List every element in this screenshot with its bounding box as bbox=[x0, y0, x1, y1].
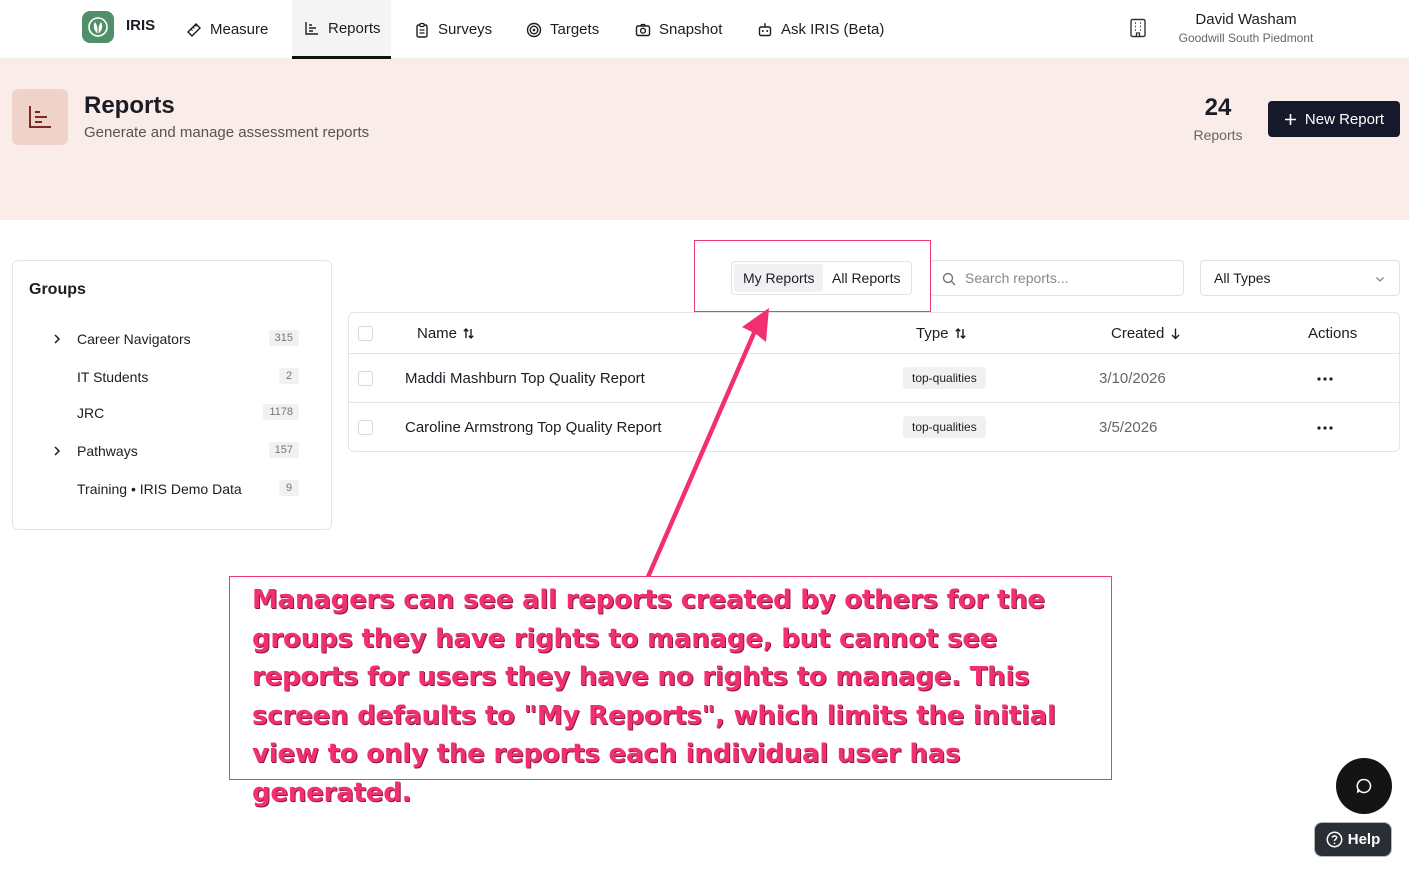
group-label: IT Students bbox=[77, 369, 149, 385]
group-item-career-navigators[interactable]: Career Navigators 315 bbox=[13, 328, 331, 352]
page-subtitle: Generate and manage assessment reports bbox=[84, 124, 370, 141]
user-name[interactable]: David Washam bbox=[1170, 11, 1322, 28]
chat-bubble-icon bbox=[1356, 778, 1372, 794]
reports-table: Name Type Created Actions Maddi Mashburn… bbox=[348, 312, 1400, 452]
row-checkbox[interactable] bbox=[358, 420, 373, 435]
camera-icon bbox=[635, 23, 651, 36]
column-created[interactable]: Created bbox=[1111, 325, 1182, 342]
more-actions-icon[interactable] bbox=[1316, 376, 1334, 382]
plus-icon bbox=[1284, 113, 1296, 125]
group-item-jrc[interactable]: JRC 1178 bbox=[13, 402, 331, 426]
chart-icon bbox=[305, 22, 318, 35]
question-circle-icon bbox=[1326, 831, 1343, 848]
brand-name[interactable]: IRIS bbox=[126, 17, 155, 34]
column-type[interactable]: Type bbox=[916, 325, 967, 342]
group-count: 2 bbox=[279, 368, 299, 384]
group-label: Career Navigators bbox=[77, 331, 191, 347]
nav-ask-iris-label: Ask IRIS (Beta) bbox=[781, 21, 885, 38]
annotation-note: Managers can see all reports created by … bbox=[229, 576, 1112, 808]
page-title: Reports bbox=[84, 92, 175, 119]
report-created: 3/5/2026 bbox=[1099, 419, 1158, 436]
column-created-label: Created bbox=[1111, 325, 1165, 342]
sort-icon bbox=[954, 328, 966, 339]
nav-ask-iris[interactable]: Ask IRIS (Beta) bbox=[757, 0, 884, 59]
nav-reports-label: Reports bbox=[328, 19, 381, 37]
column-type-label: Type bbox=[916, 325, 949, 342]
chat-button[interactable] bbox=[1336, 758, 1392, 814]
group-item-pathways[interactable]: Pathways 157 bbox=[13, 440, 331, 464]
table-row[interactable]: Caroline Armstrong Top Quality Report to… bbox=[349, 403, 1399, 452]
column-name-label: Name bbox=[417, 325, 458, 342]
nav-snapshot[interactable]: Snapshot bbox=[635, 0, 722, 59]
group-label: Pathways bbox=[77, 443, 138, 459]
report-count-label: Reports bbox=[1193, 127, 1243, 143]
chevron-down-icon bbox=[1376, 277, 1384, 282]
group-item-it-students[interactable]: IT Students 2 bbox=[13, 366, 331, 390]
user-org: Goodwill South Piedmont bbox=[1178, 31, 1314, 45]
new-report-label: New Report bbox=[1304, 110, 1385, 128]
building-icon[interactable] bbox=[1129, 18, 1147, 38]
group-label: JRC bbox=[77, 405, 105, 421]
annotation-text: Managers can see all reports created by … bbox=[252, 585, 1056, 808]
iris-logo[interactable] bbox=[82, 11, 114, 43]
select-all-checkbox[interactable] bbox=[358, 326, 373, 341]
sort-icon bbox=[463, 328, 474, 339]
help-label: Help bbox=[1347, 831, 1381, 848]
table-header: Name Type Created Actions bbox=[349, 313, 1399, 354]
search-input[interactable] bbox=[965, 261, 1175, 295]
table-row[interactable]: Maddi Mashburn Top Quality Report top-qu… bbox=[349, 354, 1399, 403]
clipboard-icon bbox=[416, 22, 428, 38]
report-type-tag: top-qualities bbox=[903, 416, 986, 438]
annotation-highlight-box bbox=[694, 240, 931, 312]
report-count: 24 bbox=[1204, 94, 1232, 121]
group-count: 9 bbox=[279, 480, 299, 496]
chart-icon bbox=[29, 106, 51, 128]
group-item-training-iris-demo[interactable]: Training • IRIS Demo Data 9 bbox=[13, 478, 331, 502]
top-nav: IRIS Measure Reports Surveys Targets Sna… bbox=[0, 0, 1409, 59]
nav-surveys[interactable]: Surveys bbox=[414, 0, 492, 59]
nav-surveys-label: Surveys bbox=[438, 21, 493, 38]
report-name[interactable]: Caroline Armstrong Top Quality Report bbox=[405, 419, 662, 436]
report-type-tag: top-qualities bbox=[903, 367, 986, 389]
nav-reports[interactable]: Reports bbox=[292, 0, 391, 59]
nav-measure[interactable]: Measure bbox=[186, 0, 268, 59]
more-actions-icon[interactable] bbox=[1316, 425, 1334, 431]
chevron-right-icon[interactable] bbox=[51, 333, 63, 345]
search-icon bbox=[942, 272, 956, 286]
iris-logo-icon bbox=[88, 17, 108, 37]
nav-targets[interactable]: Targets bbox=[526, 0, 599, 59]
search-box bbox=[930, 260, 1184, 296]
type-filter-value: All Types bbox=[1214, 270, 1271, 286]
groups-title: Groups bbox=[29, 281, 86, 298]
type-filter-select[interactable]: All Types bbox=[1200, 260, 1400, 296]
nav-targets-label: Targets bbox=[550, 21, 600, 38]
ruler-icon bbox=[187, 22, 201, 37]
robot-icon bbox=[758, 22, 772, 36]
report-created: 3/10/2026 bbox=[1099, 370, 1166, 387]
group-count: 157 bbox=[268, 442, 299, 458]
nav-measure-label: Measure bbox=[210, 21, 269, 38]
report-name[interactable]: Maddi Mashburn Top Quality Report bbox=[405, 370, 645, 387]
groups-panel: Groups Career Navigators 315 IT Students… bbox=[12, 260, 332, 530]
help-button[interactable]: Help bbox=[1314, 822, 1392, 857]
arrow-down-icon bbox=[1171, 328, 1180, 340]
row-checkbox[interactable] bbox=[358, 371, 373, 386]
column-name[interactable]: Name bbox=[417, 325, 475, 342]
new-report-button[interactable]: New Report bbox=[1268, 101, 1400, 137]
chevron-right-icon[interactable] bbox=[51, 445, 63, 457]
group-label: Training • IRIS Demo Data bbox=[77, 481, 242, 497]
group-count: 1178 bbox=[263, 404, 299, 420]
nav-snapshot-label: Snapshot bbox=[659, 21, 723, 38]
reports-header-icon bbox=[12, 89, 68, 145]
column-actions: Actions bbox=[1308, 325, 1357, 342]
column-actions-label: Actions bbox=[1308, 325, 1358, 342]
target-icon bbox=[526, 22, 542, 37]
group-count: 315 bbox=[268, 330, 299, 346]
